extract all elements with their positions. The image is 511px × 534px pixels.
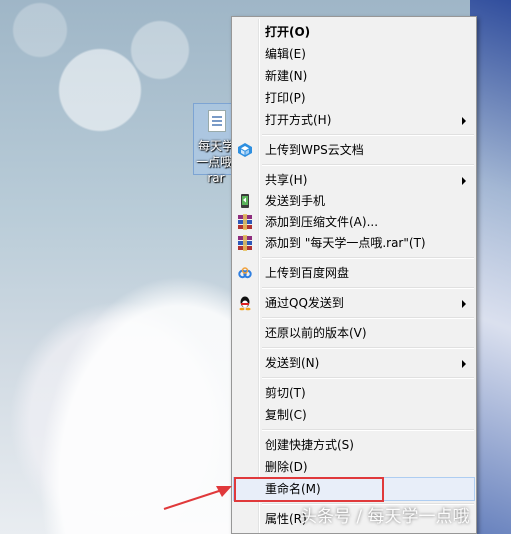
menu-item-create-shortcut[interactable]: 创建快捷方式(S): [234, 434, 474, 456]
menu-separator: [262, 287, 474, 289]
qq-penguin-icon: [239, 296, 251, 311]
menu-separator: [262, 134, 474, 136]
rar-file-icon: [208, 110, 226, 132]
menu-item-cut[interactable]: 剪切(T): [234, 382, 474, 404]
menu-item-share[interactable]: 共享(H): [234, 169, 474, 191]
submenu-arrow-icon: [462, 300, 466, 308]
menu-item-add-to-archive[interactable]: 添加到压缩文件(A)...: [234, 211, 474, 233]
menu-item-add-to-rar[interactable]: 添加到 "每天学一点哦.rar"(T): [234, 232, 474, 254]
winrar-icon: [238, 214, 252, 230]
menu-separator: [262, 317, 474, 319]
menu-item-new[interactable]: 新建(N): [234, 65, 474, 87]
menu-separator: [262, 257, 474, 259]
submenu-arrow-icon: [462, 360, 466, 368]
menu-item-copy[interactable]: 复制(C): [234, 404, 474, 426]
watermark-text: 头条号 / 每天学一点哦: [300, 507, 470, 527]
baidu-netdisk-icon: [238, 267, 252, 279]
menu-separator: [262, 347, 474, 349]
wps-cloud-icon: [238, 143, 252, 157]
menu-item-delete[interactable]: 删除(D): [234, 456, 474, 478]
menu-separator: [262, 164, 474, 166]
submenu-arrow-icon: [462, 117, 466, 125]
winrar-icon: [238, 235, 252, 251]
menu-item-upload-wps[interactable]: 上传到WPS云文档: [234, 139, 474, 161]
menu-separator: [262, 377, 474, 379]
menu-separator: [262, 429, 474, 431]
submenu-arrow-icon: [462, 177, 466, 185]
phone-send-icon: [241, 194, 249, 208]
menu-item-send-to-phone[interactable]: 发送到手机: [234, 190, 474, 212]
menu-item-send-via-qq[interactable]: 通过QQ发送到: [234, 292, 474, 314]
menu-item-restore-versions[interactable]: 还原以前的版本(V): [234, 322, 474, 344]
menu-item-upload-baidu[interactable]: 上传到百度网盘: [234, 262, 474, 284]
annotation-highlight-box: [234, 477, 384, 502]
context-menu: 打开(O) 编辑(E) 新建(N) 打印(P) 打开方式(H) 上传到WPS云文…: [231, 16, 477, 534]
menu-item-open-with[interactable]: 打开方式(H): [234, 109, 474, 131]
menu-item-edit[interactable]: 编辑(E): [234, 43, 474, 65]
menu-item-open[interactable]: 打开(O): [234, 21, 474, 43]
menu-item-print[interactable]: 打印(P): [234, 87, 474, 109]
menu-item-send-to[interactable]: 发送到(N): [234, 352, 474, 374]
annotation-arrow-icon: [163, 486, 232, 510]
